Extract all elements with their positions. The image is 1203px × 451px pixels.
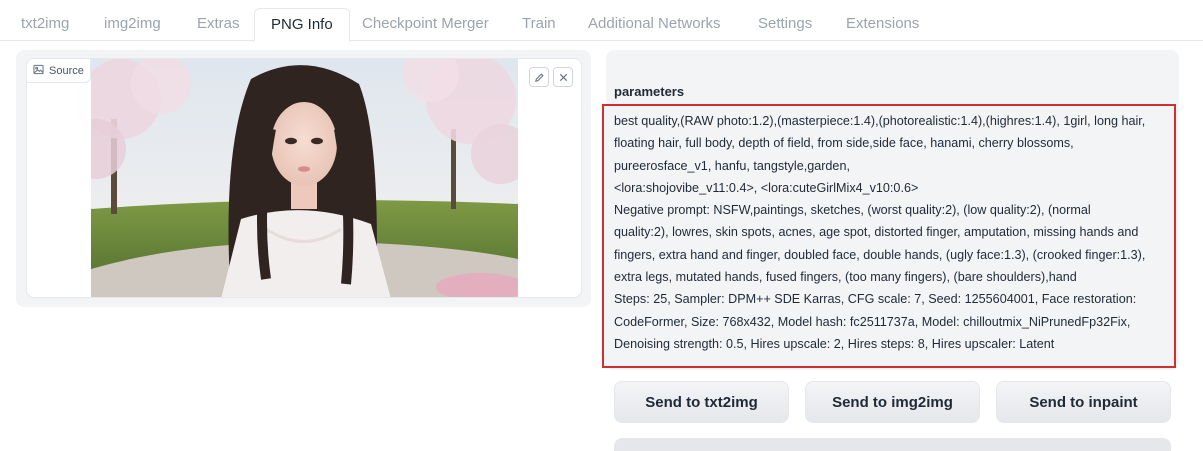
source-label-text: Source [49,64,84,77]
pencil-icon [534,72,544,82]
tab-settings[interactable]: Settings [742,8,828,41]
edit-button[interactable] [529,67,549,87]
tab-extensions[interactable]: Extensions [830,8,935,41]
tab-checkpoint-merger[interactable]: Checkpoint Merger [346,8,505,41]
tab-txt2img[interactable]: txt2img [5,8,85,41]
tab-img2img[interactable]: img2img [88,8,177,41]
send-to-inpaint-button[interactable]: Send to inpaint [996,381,1171,423]
tab-bar: txt2img img2img Extras PNG Info Checkpoi… [0,0,1203,42]
tab-train[interactable]: Train [506,8,572,41]
tab-png-info[interactable]: PNG Info [254,8,350,42]
bottom-panel [614,438,1171,451]
uploaded-photo [91,59,518,297]
send-to-img2img-button[interactable]: Send to img2img [805,381,980,423]
parameters-text: best quality,(RAW photo:1.2),(masterpiec… [614,114,1146,351]
image-upload[interactable]: Source [26,58,582,298]
image-panel: Source [16,50,591,307]
tab-extras[interactable]: Extras [181,8,256,41]
tab-additional-networks[interactable]: Additional Networks [572,8,737,41]
parameters-label: parameters [614,84,685,99]
image-controls [529,67,573,87]
clear-button[interactable] [553,67,573,87]
source-label: Source [27,59,91,83]
close-icon [559,73,567,81]
send-to-txt2img-button[interactable]: Send to txt2img [614,381,789,423]
image-icon [33,64,44,78]
